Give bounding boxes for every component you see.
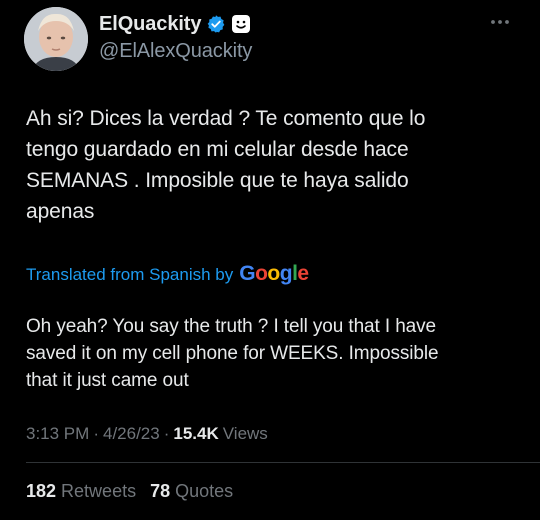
smiley-emoji-icon [231, 14, 251, 34]
quotes-count: 78 [150, 481, 171, 501]
tweet-date[interactable]: 4/26/23 [103, 424, 160, 444]
more-options-icon[interactable] [486, 14, 514, 30]
translated-text: Oh yeah? You say the truth ? I tell you … [26, 316, 439, 391]
separator-dot: · [163, 424, 170, 443]
profile-photo-icon [24, 7, 88, 71]
retweets-count: 182 [26, 481, 57, 501]
author-name-row: ElQuackity [99, 12, 251, 36]
retweets-label: Retweets [61, 481, 137, 501]
views-label: Views [222, 424, 268, 443]
retweets-stat[interactable]: 182 Retweets [26, 481, 136, 502]
divider [26, 462, 540, 463]
views-count: 15.4K [173, 424, 219, 443]
engagement-stats: 182 Retweets 78 Quotes [26, 481, 233, 502]
tweet-meta: 3:13 PM · 4/26/23 · 15.4K Views [26, 424, 268, 444]
verified-badge-icon [206, 14, 226, 34]
tweet-text: Ah si? Dices la verdad ? Te comento que … [26, 107, 426, 223]
quotes-stat[interactable]: 78 Quotes [150, 481, 233, 502]
tweet-time[interactable]: 3:13 PM [26, 424, 89, 444]
tweet-card: ElQuackity @ElAlexQuackity Ah si? Dices … [0, 0, 540, 520]
display-name[interactable]: ElQuackity [99, 13, 201, 36]
google-logo: Google [239, 262, 309, 285]
separator-dot: · [93, 424, 99, 443]
quotes-label: Quotes [175, 481, 234, 501]
translated-from-label: Translated from Spanish by [26, 265, 234, 284]
avatar[interactable] [24, 7, 88, 71]
author-handle[interactable]: @ElAlexQuackity [99, 40, 252, 63]
translation-attribution[interactable]: Translated from Spanish by Google [26, 262, 309, 286]
